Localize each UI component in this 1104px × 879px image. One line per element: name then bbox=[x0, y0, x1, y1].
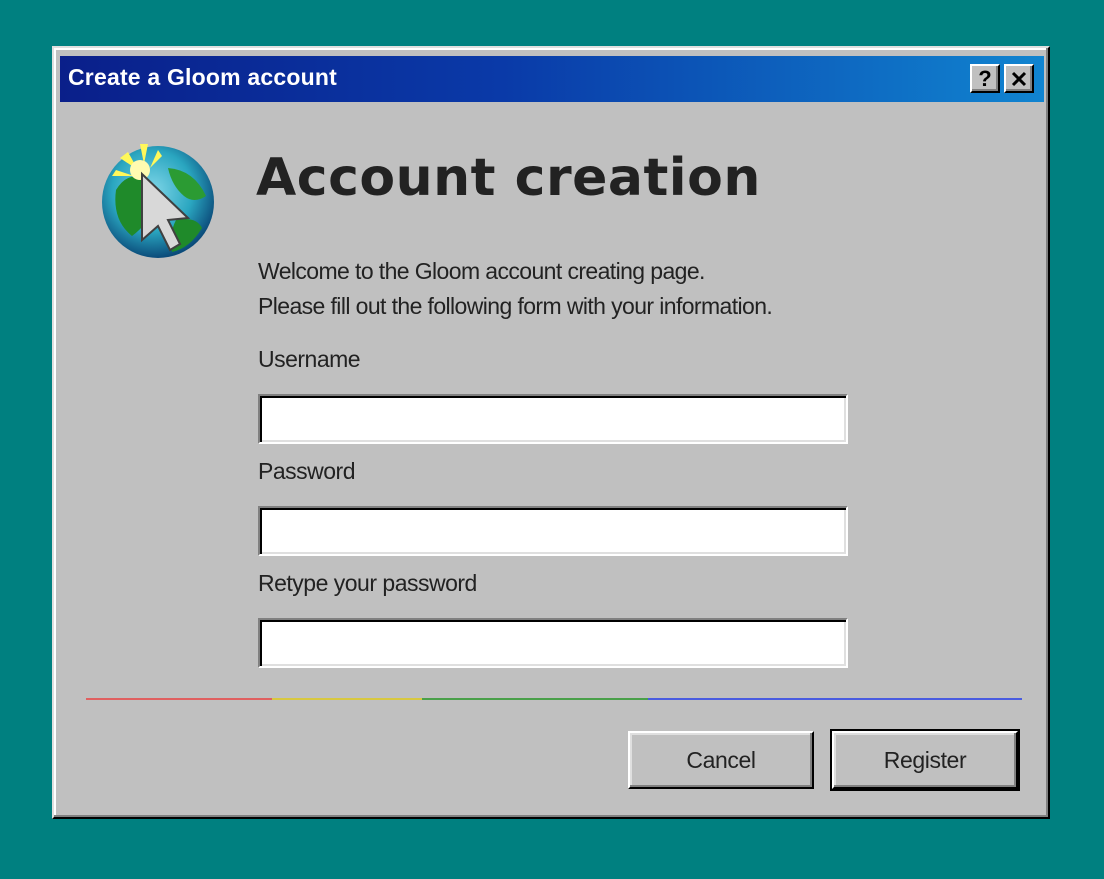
window-title: Create a Gloom account bbox=[68, 64, 337, 90]
password-label: Password bbox=[258, 458, 355, 484]
globe-cursor-icon bbox=[102, 144, 214, 258]
divider-green bbox=[422, 698, 648, 700]
register-button[interactable]: Register bbox=[830, 729, 1020, 791]
password-input[interactable] bbox=[258, 506, 848, 556]
username-input[interactable] bbox=[258, 394, 848, 444]
intro-text: Welcome to the Gloom account creating pa… bbox=[258, 254, 773, 324]
close-icon bbox=[1011, 71, 1027, 86]
retype-password-label: Retype your password bbox=[258, 570, 477, 596]
divider-yellow bbox=[272, 698, 422, 700]
username-label: Username bbox=[258, 346, 361, 372]
intro-line-1: Welcome to the Gloom account creating pa… bbox=[258, 258, 705, 284]
cancel-button[interactable]: Cancel bbox=[628, 731, 814, 789]
divider-blue bbox=[648, 698, 1022, 700]
intro-line-2: Please fill out the following form with … bbox=[258, 293, 773, 319]
title-bar[interactable]: Create a Gloom account ? bbox=[60, 56, 1044, 102]
create-account-dialog: Create a Gloom account ? Account creatio… bbox=[52, 46, 1050, 819]
page-title: Account creation bbox=[256, 148, 761, 208]
divider-red bbox=[86, 698, 272, 700]
retype-password-input[interactable] bbox=[258, 618, 848, 668]
close-button[interactable] bbox=[1004, 64, 1034, 93]
help-button[interactable]: ? bbox=[970, 64, 1000, 93]
